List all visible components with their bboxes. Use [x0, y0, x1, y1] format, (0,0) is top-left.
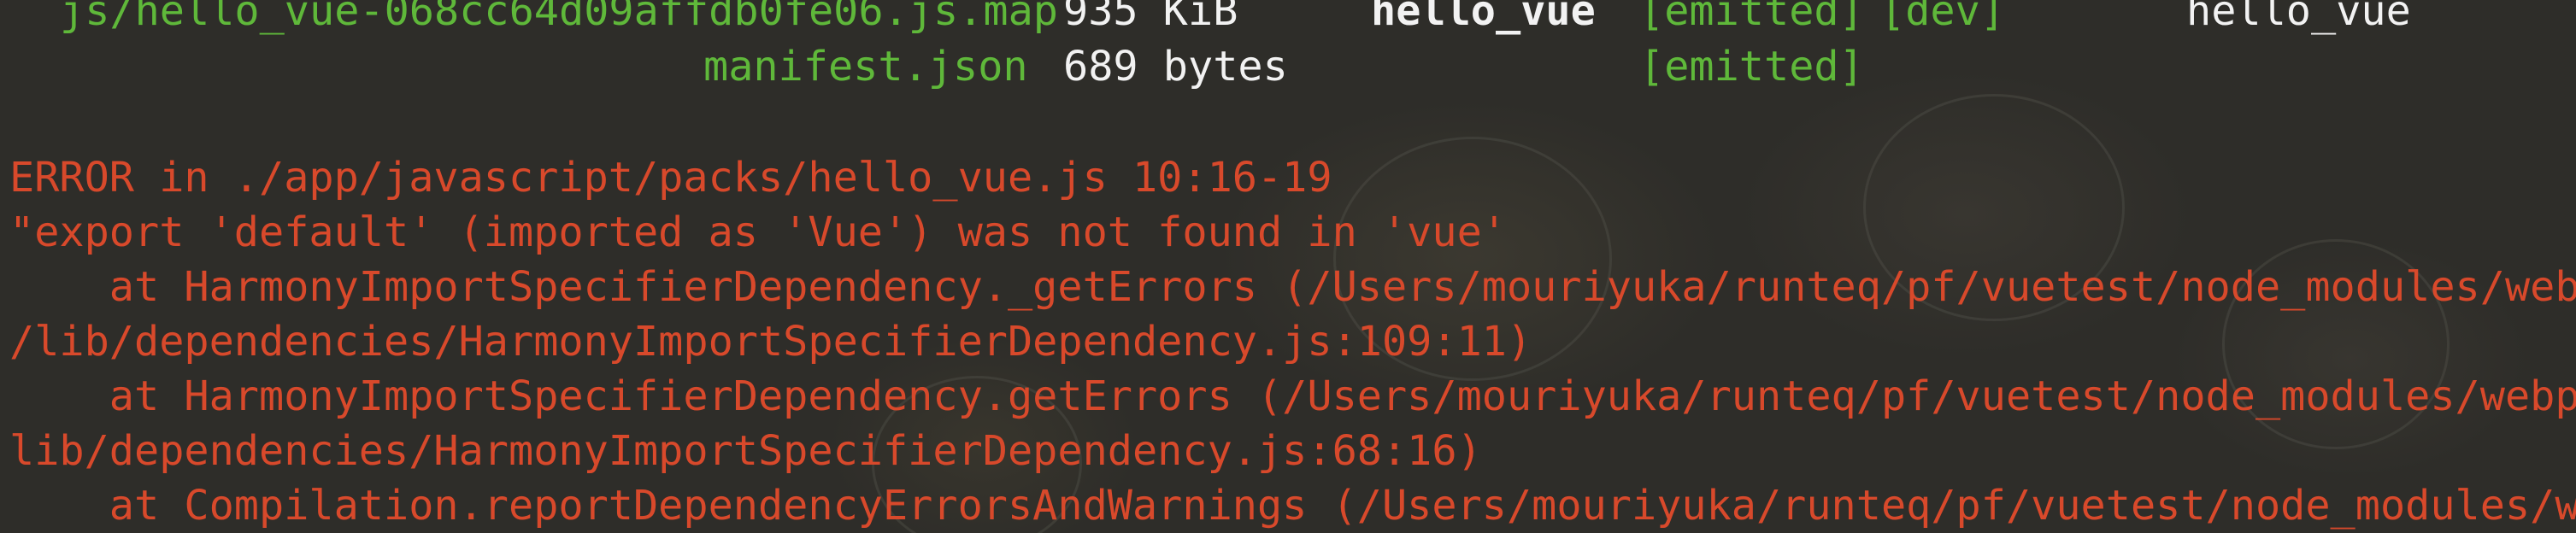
- error-header: ERROR in ./app/javascript/packs/hello_vu…: [9, 154, 1332, 202]
- asset-status: [emitted]: [1639, 0, 1864, 35]
- stack-trace-line: lib/dependencies/HarmonyImportSpecifierD…: [9, 427, 1482, 475]
- asset-name: manifest.json: [703, 43, 1028, 91]
- asset-row: manifest.json 689 bytes [emitted]: [0, 39, 2576, 94]
- stack-trace-line: at HarmonyImportSpecifierDependency._get…: [9, 263, 2576, 311]
- stack-trace-line: /lib/dependencies/HarmonyImportSpecifier…: [9, 318, 1532, 366]
- asset-size: 689 bytes: [1063, 43, 1288, 91]
- asset-status: [emitted]: [1639, 43, 1864, 91]
- asset-flag: [dev]: [1880, 0, 2005, 35]
- asset-chunk-name: hello_vue: [2186, 0, 2411, 35]
- asset-chunk: hello_vue: [1371, 0, 1596, 35]
- terminal-window[interactable]: js/hello_vue-068cc64d09affdb0fe06.js.map…: [0, 0, 2576, 533]
- asset-name: js/hello_vue-068cc64d09affdb0fe06.js.map: [60, 0, 1058, 35]
- stack-trace-line: at Compilation.reportDependencyErrorsAnd…: [9, 482, 2576, 530]
- error-message: "export 'default' (imported as 'Vue') wa…: [9, 208, 1507, 256]
- asset-size: 935 KiB: [1063, 0, 1238, 35]
- stack-trace-line: at HarmonyImportSpecifierDependency.getE…: [9, 372, 2576, 420]
- asset-row: js/hello_vue-068cc64d09affdb0fe06.js.map…: [0, 0, 2576, 38]
